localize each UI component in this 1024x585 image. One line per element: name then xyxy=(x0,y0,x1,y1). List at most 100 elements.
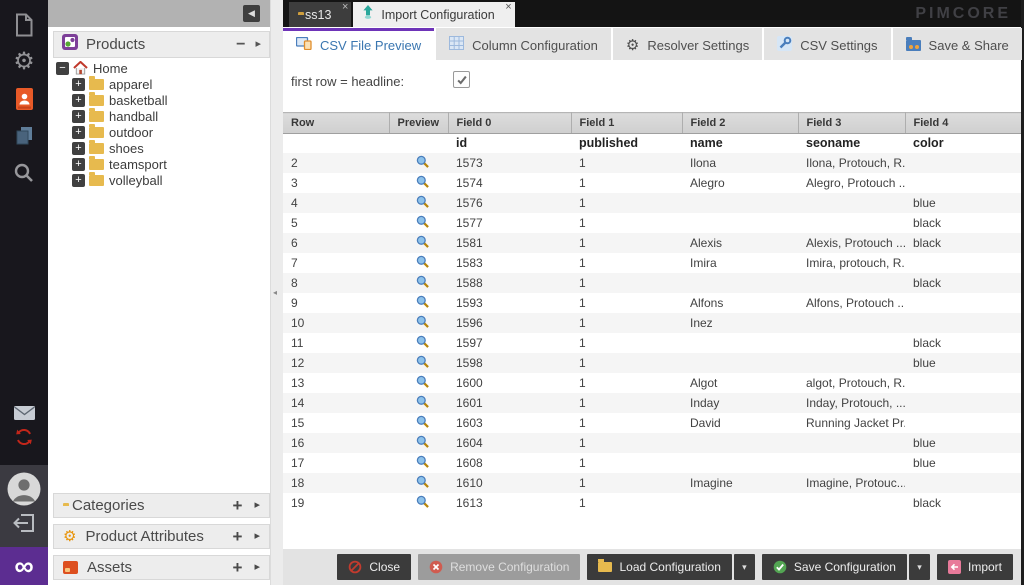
magnifier-icon[interactable] xyxy=(416,415,429,428)
column-header-field3[interactable]: Field 3 xyxy=(798,113,905,134)
table-row[interactable]: 1316001Algotalgot, Protouch, R... xyxy=(283,373,1021,393)
tree-item-teamsport[interactable]: + teamsport xyxy=(53,156,270,172)
tab-ss13[interactable]: ss13 × xyxy=(289,2,351,27)
load-configuration-dropdown[interactable]: ▾ xyxy=(734,554,755,580)
column-header-field1[interactable]: Field 1 xyxy=(571,113,682,134)
expand-accordion-icon[interactable]: ▸ xyxy=(254,500,260,511)
pimcore-infinity-logo[interactable]: ∞ xyxy=(0,547,48,585)
column-header-row[interactable]: Row xyxy=(283,113,389,134)
magnifier-icon[interactable] xyxy=(416,215,429,228)
table-row[interactable]: 715831ImiraImira, protouch, R... xyxy=(283,253,1021,273)
magnifier-icon[interactable] xyxy=(416,275,429,288)
magnifier-icon[interactable] xyxy=(416,315,429,328)
expand-node-icon[interactable]: + xyxy=(72,126,85,139)
import-button[interactable]: Import xyxy=(937,554,1013,580)
versions-icon[interactable] xyxy=(0,117,48,154)
tree-item-basketball[interactable]: + basketball xyxy=(53,92,270,108)
magnifier-icon[interactable] xyxy=(416,295,429,308)
table-row[interactable]: 815881black xyxy=(283,273,1021,293)
magnifier-icon[interactable] xyxy=(416,235,429,248)
expand-node-icon[interactable]: + xyxy=(72,110,85,123)
magnifier-icon[interactable] xyxy=(416,475,429,488)
magnifier-icon[interactable] xyxy=(416,375,429,388)
table-row[interactable]: 1516031DavidRunning Jacket Pr... xyxy=(283,413,1021,433)
subtab-resolver-settings[interactable]: ⚙ Resolver Settings xyxy=(613,28,762,60)
logout-icon[interactable] xyxy=(13,513,35,538)
products-panel-header[interactable]: Products − ▸ xyxy=(53,31,270,58)
magnifier-icon[interactable] xyxy=(416,195,429,208)
headline-checkbox[interactable] xyxy=(453,71,470,88)
table-row[interactable]: 1816101ImagineImagine, Protouc... xyxy=(283,473,1021,493)
magnifier-icon[interactable] xyxy=(416,155,429,168)
accordion-assets[interactable]: Assets + ▸ xyxy=(53,555,270,580)
tree-item-outdoor[interactable]: + outdoor xyxy=(53,124,270,140)
column-header-field2[interactable]: Field 2 xyxy=(682,113,798,134)
table-row[interactable]: 915931AlfonsAlfons, Protouch ... xyxy=(283,293,1021,313)
subtab-column-configuration[interactable]: Column Configuration xyxy=(436,28,611,60)
magnifier-icon[interactable] xyxy=(416,335,429,348)
tree-item-handball[interactable]: + handball xyxy=(53,108,270,124)
sync-icon[interactable] xyxy=(0,418,48,455)
magnifier-icon[interactable] xyxy=(416,255,429,268)
table-row[interactable]: 1416011IndayInday, Protouch, ... xyxy=(283,393,1021,413)
search-icon[interactable] xyxy=(0,154,48,191)
panel-menu-button[interactable]: ▸ xyxy=(255,39,261,50)
magnifier-icon[interactable] xyxy=(416,395,429,408)
subtab-csv-settings[interactable]: CSV Settings xyxy=(764,28,890,60)
table-row[interactable]: 1115971black xyxy=(283,333,1021,353)
magnifier-icon[interactable] xyxy=(416,435,429,448)
close-tab-icon[interactable]: × xyxy=(505,2,511,12)
accordion-product-attributes[interactable]: ⚙ Product Attributes + ▸ xyxy=(53,524,270,549)
headline-data-row[interactable]: id published name seoname color xyxy=(283,134,1021,153)
table-row[interactable]: 515771black xyxy=(283,213,1021,233)
subtab-save-and-share[interactable]: Save & Share xyxy=(893,28,1022,60)
magnifier-icon[interactable] xyxy=(416,495,429,508)
add-icon[interactable]: + xyxy=(233,528,243,545)
tree-item-apparel[interactable]: + apparel xyxy=(53,76,270,92)
tab-import-configuration[interactable]: Import Configuration × xyxy=(353,2,514,27)
table-row[interactable]: 1015961Inez xyxy=(283,313,1021,333)
add-icon[interactable]: + xyxy=(233,559,243,576)
close-button[interactable]: Close xyxy=(337,554,411,580)
expand-node-icon[interactable]: + xyxy=(72,174,85,187)
table-row[interactable]: 315741AlegroAlegro, Protouch ... xyxy=(283,173,1021,193)
table-row[interactable]: 215731IlonaIlona, Protouch, R... xyxy=(283,153,1021,173)
magnifier-icon[interactable] xyxy=(416,355,429,368)
save-configuration-button[interactable]: Save Configuration xyxy=(762,554,907,580)
magnifier-icon[interactable] xyxy=(416,175,429,188)
expand-node-icon[interactable]: + xyxy=(72,78,85,91)
address-book-icon[interactable] xyxy=(0,80,48,117)
table-row[interactable]: 415761blue xyxy=(283,193,1021,213)
collapse-tree-button[interactable]: − xyxy=(236,37,245,53)
splitter-collapse-icon[interactable]: ◂ xyxy=(273,288,277,297)
add-icon[interactable]: + xyxy=(233,497,243,514)
expand-accordion-icon[interactable]: ▸ xyxy=(254,531,260,542)
panel-splitter[interactable]: ◂ xyxy=(270,0,283,585)
expand-node-icon[interactable]: + xyxy=(72,142,85,155)
user-avatar[interactable] xyxy=(7,472,41,511)
column-header-field4[interactable]: Field 4 xyxy=(905,113,1021,134)
collapse-panel-button[interactable]: ◀ xyxy=(243,5,260,22)
accordion-categories[interactable]: Categories + ▸ xyxy=(53,493,270,518)
tree-item-volleyball[interactable]: + volleyball xyxy=(53,172,270,188)
column-header-field0[interactable]: Field 0 xyxy=(448,113,571,134)
table-row[interactable]: 1716081blue xyxy=(283,453,1021,473)
subtab-csv-file-preview[interactable]: CSV File Preview xyxy=(283,28,434,60)
close-tab-icon[interactable]: × xyxy=(342,2,348,12)
table-row[interactable]: 1616041blue xyxy=(283,433,1021,453)
table-row[interactable]: 1916131black xyxy=(283,493,1021,513)
tree-item-shoes[interactable]: + shoes xyxy=(53,140,270,156)
load-configuration-button[interactable]: Load Configuration xyxy=(587,554,731,580)
magnifier-icon[interactable] xyxy=(416,455,429,468)
settings-gear-icon[interactable]: ⚙ xyxy=(0,43,48,80)
collapse-node-icon[interactable]: − xyxy=(56,62,69,75)
expand-node-icon[interactable]: + xyxy=(72,94,85,107)
table-row[interactable]: 1215981blue xyxy=(283,353,1021,373)
tree-item-home[interactable]: − Home xyxy=(53,60,270,76)
expand-accordion-icon[interactable]: ▸ xyxy=(254,562,260,573)
file-icon[interactable] xyxy=(0,6,48,43)
expand-node-icon[interactable]: + xyxy=(72,158,85,171)
table-row[interactable]: 615811AlexisAlexis, Protouch ...black xyxy=(283,233,1021,253)
column-header-preview[interactable]: Preview xyxy=(389,113,448,134)
save-configuration-dropdown[interactable]: ▾ xyxy=(909,554,930,580)
